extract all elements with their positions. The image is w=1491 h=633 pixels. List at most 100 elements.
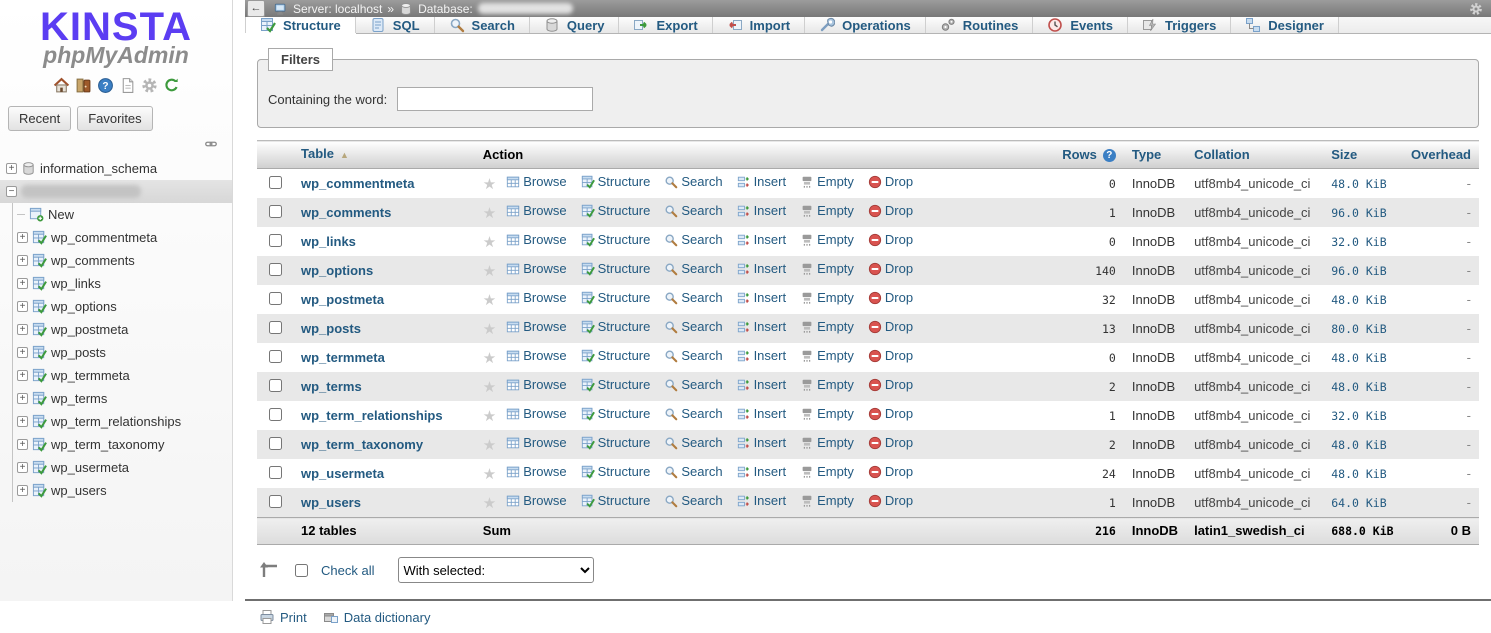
header-size[interactable]: Size [1323,141,1403,169]
action-structure-link[interactable]: Structure [581,404,651,424]
action-drop-link[interactable]: Drop [868,201,913,221]
favorite-star-icon[interactable]: ★ [483,437,496,454]
table-name-link[interactable]: wp_terms [301,379,362,394]
data-dictionary-link[interactable]: Data dictionary [323,609,431,625]
tab-designer[interactable]: Designer [1231,17,1339,33]
row-checkbox[interactable] [269,437,282,450]
table-name-link[interactable]: wp_users [301,495,361,510]
action-empty-link[interactable]: Empty [800,259,854,279]
action-empty-link[interactable]: Empty [800,288,854,308]
favorite-star-icon[interactable]: ★ [483,321,496,338]
action-search-link[interactable]: Search [664,230,722,250]
action-structure-link[interactable]: Structure [581,201,651,221]
action-empty-link[interactable]: Empty [800,404,854,424]
expand-icon[interactable]: + [17,347,28,358]
table-name-link[interactable]: wp_term_relationships [301,408,443,423]
favorite-star-icon[interactable]: ★ [483,205,496,222]
action-structure-link[interactable]: Structure [581,375,651,395]
action-drop-link[interactable]: Drop [868,346,913,366]
print-link[interactable]: Print [259,609,307,625]
tab-export[interactable]: Export [619,17,712,33]
rows-help-icon[interactable]: ? [1103,149,1116,162]
row-checkbox[interactable] [269,466,282,479]
action-drop-link[interactable]: Drop [868,317,913,337]
row-checkbox[interactable] [269,205,282,218]
action-structure-link[interactable]: Structure [581,491,651,511]
header-overhead[interactable]: Overhead [1403,141,1479,169]
tree-item-wp_postmeta[interactable]: + wp_postmeta [13,318,232,341]
action-search-link[interactable]: Search [664,433,722,453]
action-search-link[interactable]: Search [664,491,722,511]
action-search-link[interactable]: Search [664,288,722,308]
table-name-link[interactable]: wp_links [301,234,356,249]
action-structure-link[interactable]: Structure [581,230,651,250]
page-settings-icon[interactable] [1469,2,1483,16]
row-checkbox[interactable] [269,495,282,508]
expand-icon[interactable]: + [17,232,28,243]
action-browse-link[interactable]: Browse [506,201,566,221]
expand-icon[interactable]: + [17,370,28,381]
favorite-star-icon[interactable]: ★ [483,350,496,367]
logout-icon[interactable] [75,77,92,94]
action-search-link[interactable]: Search [664,375,722,395]
favorite-star-icon[interactable]: ★ [483,408,496,425]
header-type[interactable]: Type [1124,141,1186,169]
action-empty-link[interactable]: Empty [800,375,854,395]
breadcrumb-server-link[interactable]: Server: localhost [293,2,382,16]
action-structure-link[interactable]: Structure [581,433,651,453]
tree-item-wp_links[interactable]: + wp_links [13,272,232,295]
refresh-icon[interactable] [163,77,180,94]
tab-events[interactable]: Events [1033,17,1128,33]
breadcrumb-database-link[interactable]: Database: [418,2,473,16]
action-drop-link[interactable]: Drop [868,230,913,250]
unlink-panel-icon[interactable] [204,137,218,151]
table-name-link[interactable]: wp_options [301,263,373,278]
row-checkbox[interactable] [269,176,282,189]
action-drop-link[interactable]: Drop [868,404,913,424]
action-empty-link[interactable]: Empty [800,201,854,221]
action-search-link[interactable]: Search [664,259,722,279]
action-empty-link[interactable]: Empty [800,346,854,366]
action-search-link[interactable]: Search [664,317,722,337]
action-drop-link[interactable]: Drop [868,491,913,511]
action-drop-link[interactable]: Drop [868,375,913,395]
expand-icon[interactable]: + [6,163,17,174]
tree-item-new-table[interactable]: New [13,203,232,226]
tree-item-wp_term_relationships[interactable]: + wp_term_relationships [13,410,232,433]
expand-icon[interactable]: + [17,393,28,404]
action-browse-link[interactable]: Browse [506,259,566,279]
row-checkbox[interactable] [269,263,282,276]
tree-item-information-schema[interactable]: + information_schema [0,157,232,180]
favorite-star-icon[interactable]: ★ [483,495,496,512]
tree-item-wp_comments[interactable]: + wp_comments [13,249,232,272]
action-empty-link[interactable]: Empty [800,491,854,511]
help-icon[interactable] [97,77,114,94]
table-name-link[interactable]: wp_usermeta [301,466,384,481]
favorite-star-icon[interactable]: ★ [483,176,496,193]
action-empty-link[interactable]: Empty [800,462,854,482]
tab-routines[interactable]: Routines [926,17,1034,33]
table-name-link[interactable]: wp_commentmeta [301,176,414,191]
action-insert-link[interactable]: Insert [737,259,787,279]
action-insert-link[interactable]: Insert [737,201,787,221]
header-rows[interactable]: Rows? [1054,141,1124,169]
action-structure-link[interactable]: Structure [581,288,651,308]
tab-structure[interactable]: Structure [245,17,356,33]
expand-icon[interactable]: + [17,255,28,266]
header-table[interactable]: Table▲ [293,141,475,169]
favorite-star-icon[interactable]: ★ [483,379,496,396]
action-insert-link[interactable]: Insert [737,491,787,511]
check-all-label[interactable]: Check all [321,563,374,578]
action-structure-link[interactable]: Structure [581,317,651,337]
favorites-button[interactable]: Favorites [77,106,152,131]
action-empty-link[interactable]: Empty [800,317,854,337]
action-browse-link[interactable]: Browse [506,346,566,366]
recent-button[interactable]: Recent [8,106,71,131]
row-checkbox[interactable] [269,350,282,363]
home-icon[interactable] [53,77,70,94]
action-browse-link[interactable]: Browse [506,230,566,250]
action-browse-link[interactable]: Browse [506,462,566,482]
action-drop-link[interactable]: Drop [868,172,913,192]
action-search-link[interactable]: Search [664,346,722,366]
expand-icon[interactable]: + [17,416,28,427]
